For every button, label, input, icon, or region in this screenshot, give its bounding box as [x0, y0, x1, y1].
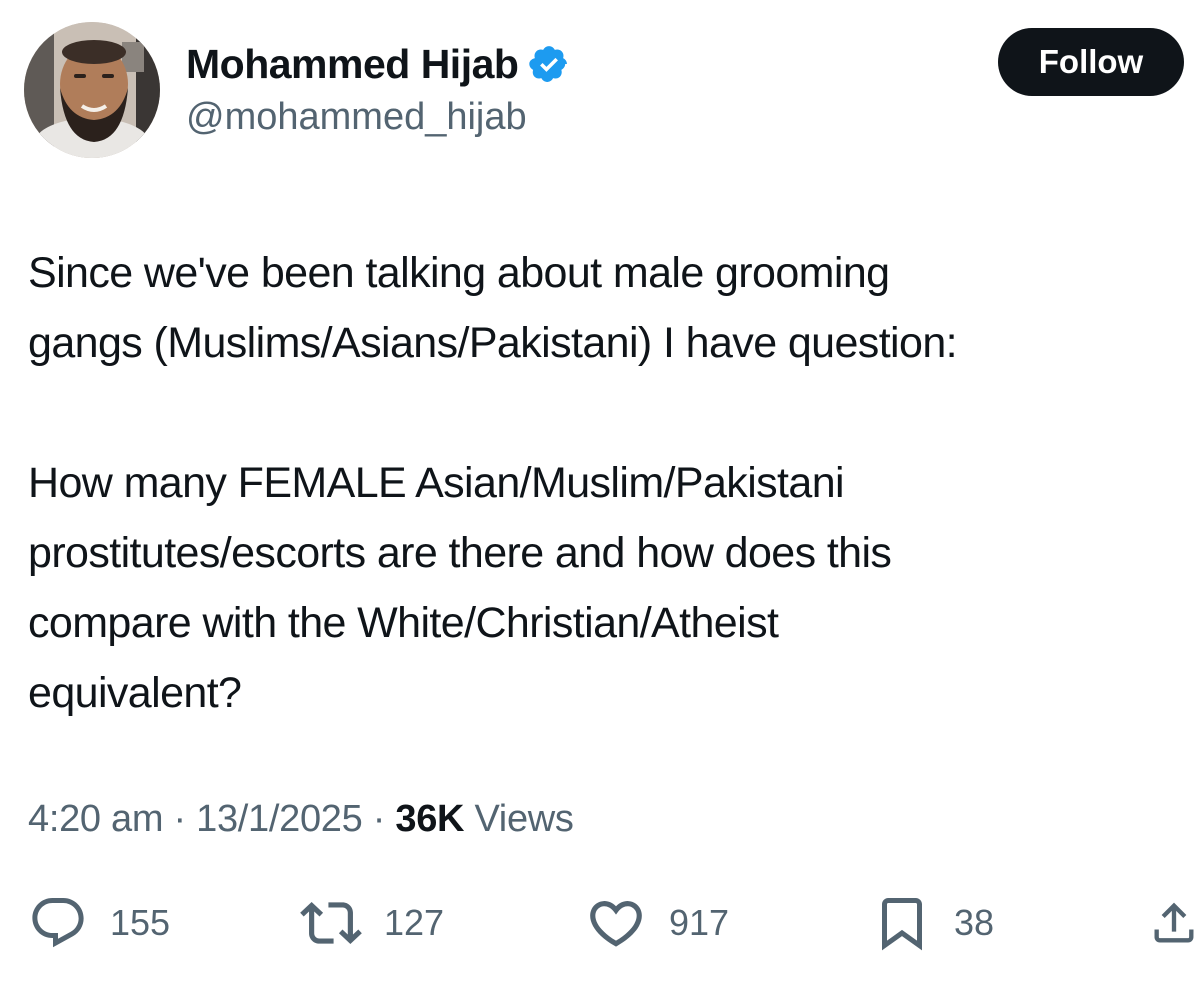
meta-separator: · — [173, 798, 186, 840]
heart-icon — [590, 901, 642, 947]
tweet-time[interactable]: 4:20 am — [28, 798, 164, 840]
reply-bubble-icon — [32, 898, 84, 948]
author-name[interactable]: Mohammed Hijab — [186, 41, 519, 88]
tweet-line: Since we've been talking about male groo… — [28, 249, 890, 297]
reply-button[interactable]: 155 — [28, 888, 170, 958]
avatar[interactable] — [24, 22, 160, 158]
bookmark-count: 38 — [954, 902, 995, 943]
like-count: 917 — [669, 902, 730, 943]
tweet-line: equivalent? — [28, 669, 242, 717]
retweet-button[interactable]: 127 — [300, 888, 444, 958]
like-button[interactable]: 917 — [585, 888, 729, 958]
tweet-text: Since we've been talking about male groo… — [28, 238, 1193, 728]
action-bar: 155 127 917 38 — [0, 888, 1200, 958]
tweet-line: gangs (Muslims/Asians/Pakistani) I have … — [28, 319, 958, 367]
author-name-row: Mohammed Hijab — [186, 38, 570, 90]
tweet-date[interactable]: 13/1/2025 — [196, 798, 363, 840]
retweet-count: 127 — [384, 902, 445, 943]
follow-button[interactable]: Follow — [998, 28, 1184, 96]
meta-separator: · — [372, 798, 386, 840]
bookmark-button[interactable]: 38 — [872, 888, 994, 958]
reply-count: 155 — [110, 902, 171, 943]
views-label: Views — [474, 798, 574, 840]
avatar-image — [24, 22, 160, 158]
tweet-line: prostitutes/escorts are there and how do… — [28, 529, 892, 577]
tweet-line: How many FEMALE Asian/Muslim/Pakistani — [28, 459, 845, 507]
verified-badge-icon — [528, 43, 570, 85]
author-handle[interactable]: @mohammed_hijab — [186, 96, 527, 139]
retweet-icon — [300, 902, 362, 944]
views-count: 36K — [395, 798, 465, 840]
share-icon — [1154, 902, 1194, 943]
tweet-meta: 4:20 am · 13/1/2025 · 36K Views — [28, 798, 574, 841]
bookmark-icon — [882, 898, 922, 951]
tweet-line: compare with the White/Christian/Atheist — [28, 599, 779, 647]
share-button[interactable] — [1148, 888, 1200, 958]
